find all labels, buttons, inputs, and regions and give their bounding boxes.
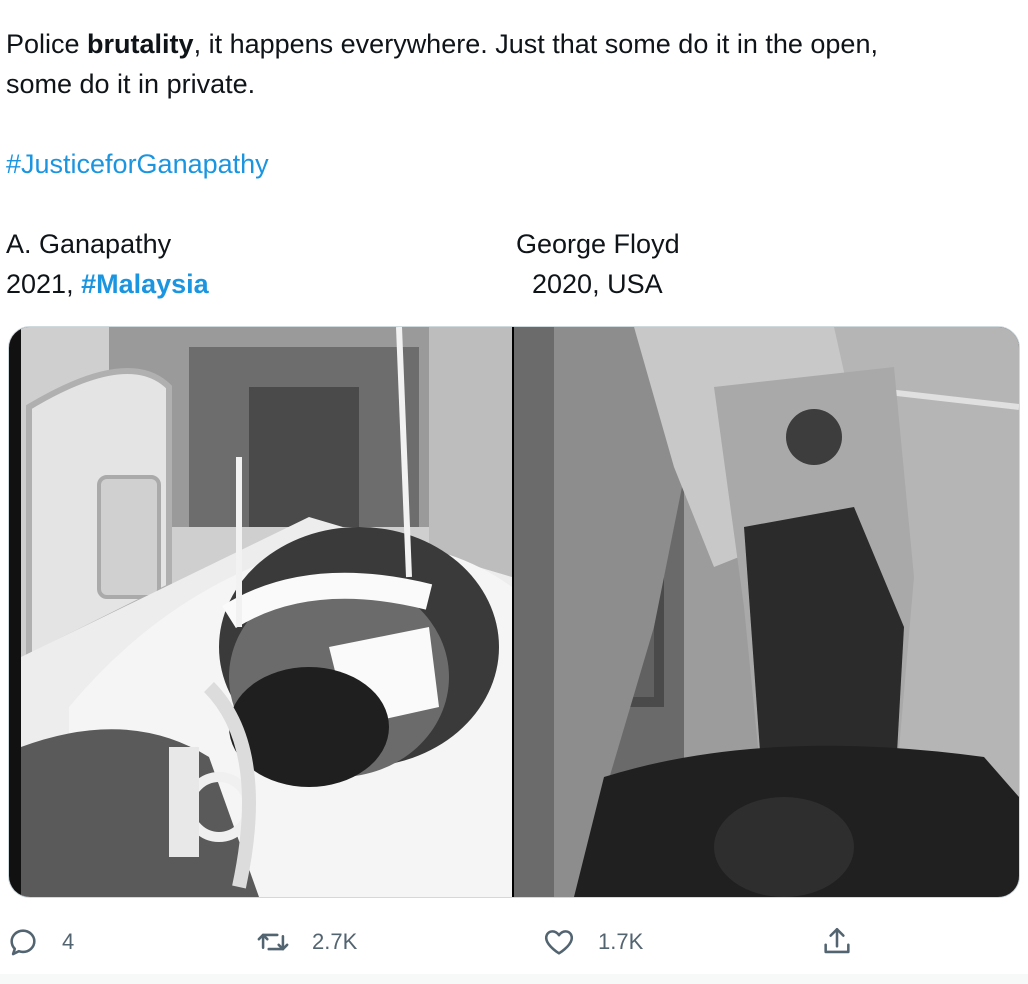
tweet-text: Police brutality, it happens everywhere.…: [6, 24, 1016, 304]
like-button[interactable]: 1.7K: [542, 920, 643, 964]
retweet-button[interactable]: 2.7K: [256, 920, 357, 964]
tweet-line-2: some do it in private.: [6, 69, 256, 99]
tweet-actions: 4 2.7K 1.7K: [0, 920, 1028, 964]
caption-left-year: 2021,: [6, 269, 82, 299]
retweet-count: 2.7K: [312, 929, 358, 954]
like-count: 1.7K: [598, 929, 644, 954]
caption-left-name: A. Ganapathy: [6, 229, 172, 259]
text-segment: , it happens everywhere. Just that some …: [193, 29, 878, 59]
media-grid: [8, 326, 1020, 898]
tweet-line-1: Police brutality, it happens everywhere.…: [6, 24, 1016, 64]
street-arrest-photo[interactable]: [514, 327, 1019, 897]
street-arrest-illustration: [514, 327, 1019, 897]
hashtag-link-malaysia[interactable]: #Malaysia: [81, 269, 209, 299]
text-segment: Police: [6, 29, 88, 59]
heart-icon: [544, 930, 574, 955]
reply-count: 4: [62, 929, 75, 954]
divider: [0, 974, 1028, 984]
bold-word: brutality: [87, 29, 194, 59]
share-icon: [824, 927, 850, 954]
caption-right-year: 2020, USA: [532, 269, 663, 299]
hospital-bed-illustration: [9, 327, 512, 897]
reply-icon: [10, 929, 36, 956]
caption-right: George Floyd 2020, USA: [516, 224, 1016, 304]
caption-right-name: George Floyd: [516, 229, 680, 259]
hashtag-link-justice[interactable]: #JusticeforGanapathy: [6, 149, 269, 179]
share-button[interactable]: [820, 920, 854, 964]
retweet-icon: [257, 933, 289, 951]
caption-left: A. Ganapathy 2021, #Malaysia: [6, 224, 516, 304]
reply-button[interactable]: 4: [6, 920, 74, 964]
hospital-bed-photo[interactable]: [9, 327, 512, 897]
